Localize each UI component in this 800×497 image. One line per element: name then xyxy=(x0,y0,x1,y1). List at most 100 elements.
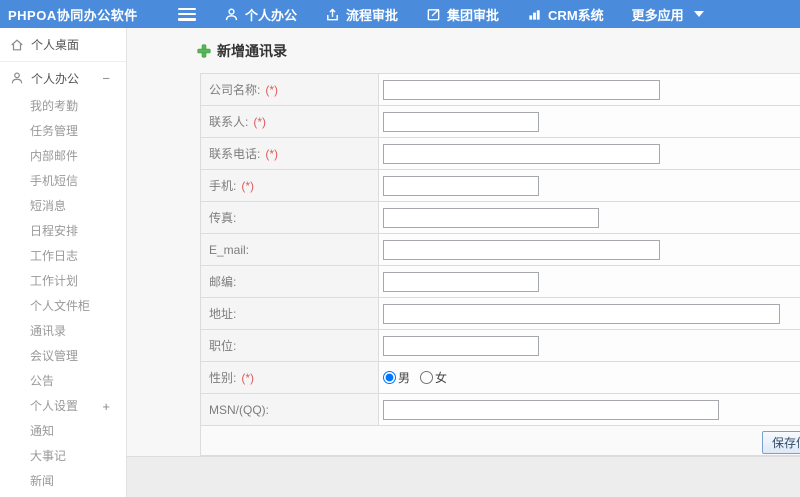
sidebar-item-label: 手机短信 xyxy=(30,174,79,188)
sidebar-item-work-plan[interactable]: 工作计划 xyxy=(0,269,126,294)
field-value-cell xyxy=(379,202,800,233)
chart-icon xyxy=(529,9,540,20)
topnav-item-more-apps[interactable]: 更多应用 xyxy=(632,5,704,24)
address-input[interactable] xyxy=(383,303,780,324)
topnav-item-personal-office[interactable]: 个人办公 xyxy=(224,5,297,24)
field-label: 联系人: xyxy=(209,115,249,129)
sidebar-section-personal-office[interactable]: 个人办公 − xyxy=(0,62,126,94)
field-label: 职位: xyxy=(209,339,237,353)
field-label: 手机: xyxy=(209,179,237,193)
topnav-label: 个人办公 xyxy=(245,7,298,23)
page-title: 新增通讯录 xyxy=(217,43,287,59)
sidebar-item-label: 短消息 xyxy=(30,199,67,213)
sidebar-item-task-management[interactable]: 任务管理 xyxy=(0,119,126,144)
sidebar-section-label: 个人办公 xyxy=(31,71,80,86)
field-label-cell: MSN/(QQ): xyxy=(201,394,379,425)
gender-radio[interactable] xyxy=(420,371,434,384)
app-logo[interactable]: PHPOA协同办公软件 xyxy=(0,5,160,24)
save-button[interactable]: 保存信息 xyxy=(762,431,800,454)
add-icon xyxy=(197,44,211,58)
user-icon xyxy=(225,8,238,20)
sidebar-item-label: 通讯录 xyxy=(30,324,67,338)
sidebar-item-label: 工作计划 xyxy=(30,274,79,288)
contact-phone-input[interactable] xyxy=(383,143,660,164)
topnav-label: CRM系统 xyxy=(548,7,604,23)
field-label: 联系电话: xyxy=(209,147,261,161)
main-content: 新增通讯录 公司名称: (*) 联系人: (*) 联系电话: (*) 手机: (*) 传真: E_… xyxy=(127,28,800,497)
sidebar-item-short-message[interactable]: 短消息 xyxy=(0,194,126,219)
sidebar-item-announcement[interactable]: 公告 xyxy=(0,369,126,394)
sidebar-item-memorabilia[interactable]: 大事记 xyxy=(0,444,126,469)
sidebar-item-label: 个人设置 xyxy=(30,399,79,413)
required-marker: (*) xyxy=(241,178,255,193)
form-row-position: 职位: xyxy=(201,330,800,362)
sidebar-item-mobile-sms[interactable]: 手机短信 xyxy=(0,169,126,194)
gender-radio[interactable] xyxy=(383,371,396,384)
field-value-cell xyxy=(379,170,800,201)
topnav-item-group-approval[interactable]: 集团审批 xyxy=(426,5,499,24)
sidebar: 个人桌面 个人办公 − 我的考勤任务管理 内部邮件手机短信短消息日程安排工作日志工… xyxy=(0,28,127,497)
sidebar-item-label: 我的考勤 xyxy=(30,99,79,113)
form-row-contact-person: 联系人: (*) xyxy=(201,106,800,138)
sidebar-item-personal-settings[interactable]: 个人设置 + xyxy=(0,394,126,419)
gender-option-0[interactable]: 男 xyxy=(383,369,410,386)
field-label: 公司名称: xyxy=(209,83,261,97)
collapse-icon[interactable]: − xyxy=(102,71,110,86)
required-marker: (*) xyxy=(265,146,279,161)
hamburger-menu-icon[interactable] xyxy=(178,7,196,21)
topnav-item-workflow-approval[interactable]: 流程审批 xyxy=(325,5,398,24)
field-value-cell xyxy=(379,74,800,105)
form-row-mobile: 手机: (*) xyxy=(201,170,800,202)
field-label: MSN/(QQ): xyxy=(209,402,269,417)
topnav-item-crm-system[interactable]: CRM系统 xyxy=(527,5,604,24)
sidebar-item-my-attendance[interactable]: 我的考勤 xyxy=(0,94,126,119)
field-label-cell: 地址: xyxy=(201,298,379,329)
position-input[interactable] xyxy=(383,335,539,356)
field-value-cell: 男女 xyxy=(379,362,800,393)
form-row-fax: 传真: xyxy=(201,202,800,234)
page-title-bar: 新增通讯录 xyxy=(197,41,287,61)
field-label-cell: 邮编: xyxy=(201,266,379,297)
field-label-cell: 传真: xyxy=(201,202,379,233)
field-label: 邮编: xyxy=(209,275,237,289)
sidebar-item-internal-mail[interactable]: 内部邮件 xyxy=(0,144,126,169)
field-label-cell: 公司名称: (*) xyxy=(201,74,379,105)
form-row-email: E_mail: xyxy=(201,234,800,266)
sidebar-item-personal-desktop[interactable]: 个人桌面 xyxy=(0,28,126,62)
form-panel: 新增通讯录 公司名称: (*) 联系人: (*) 联系电话: (*) 手机: (*) 传真: E_… xyxy=(127,28,800,457)
sidebar-item-personal-file-cabinet[interactable]: 个人文件柜 xyxy=(0,294,126,319)
contact-person-input[interactable] xyxy=(383,111,539,132)
zipcode-input[interactable] xyxy=(383,271,539,292)
gender-option-1[interactable]: 女 xyxy=(420,369,447,386)
field-label-cell: 联系人: (*) xyxy=(201,106,379,137)
sidebar-item-schedule[interactable]: 日程安排 xyxy=(0,219,126,244)
sidebar-item-label: 个人桌面 xyxy=(31,38,80,52)
sidebar-item-meeting-management[interactable]: 会议管理 xyxy=(0,344,126,369)
mobile-input[interactable] xyxy=(383,175,539,196)
form-row-zipcode: 邮编: xyxy=(201,266,800,298)
form-row-contact-phone: 联系电话: (*) xyxy=(201,138,800,170)
sidebar-item-work-log[interactable]: 工作日志 xyxy=(0,244,126,269)
form-footer-row xyxy=(201,426,800,456)
edit-icon xyxy=(427,8,440,20)
form-row-msn-qq: MSN/(QQ): xyxy=(201,394,800,426)
sidebar-menu: 我的考勤任务管理 内部邮件手机短信短消息日程安排工作日志工作计划个人文件柜通讯录会… xyxy=(0,94,126,494)
sidebar-item-contacts[interactable]: 通讯录 xyxy=(0,319,126,344)
msn-qq-input[interactable] xyxy=(383,399,719,420)
expand-icon[interactable]: + xyxy=(102,394,110,419)
caret-down-icon xyxy=(693,11,704,17)
user-icon xyxy=(11,72,23,84)
email-input[interactable] xyxy=(383,239,660,260)
field-value-cell xyxy=(379,266,800,297)
topnav-label: 集团审批 xyxy=(447,7,500,23)
fax-input[interactable] xyxy=(383,207,599,228)
sidebar-item-label: 个人文件柜 xyxy=(30,299,91,313)
sidebar-item-label: 日程安排 xyxy=(30,224,79,238)
company-name-input[interactable] xyxy=(383,79,660,100)
sidebar-item-news[interactable]: 新闻 xyxy=(0,469,126,494)
form-row-gender: 性别: (*) 男女 xyxy=(201,362,800,394)
sidebar-item-notice[interactable]: 通知 xyxy=(0,419,126,444)
field-value-cell xyxy=(379,106,800,137)
sidebar-item-label: 大事记 xyxy=(30,449,67,463)
contact-form: 公司名称: (*) 联系人: (*) 联系电话: (*) 手机: (*) 传真: E_mail: 邮… xyxy=(200,73,800,456)
